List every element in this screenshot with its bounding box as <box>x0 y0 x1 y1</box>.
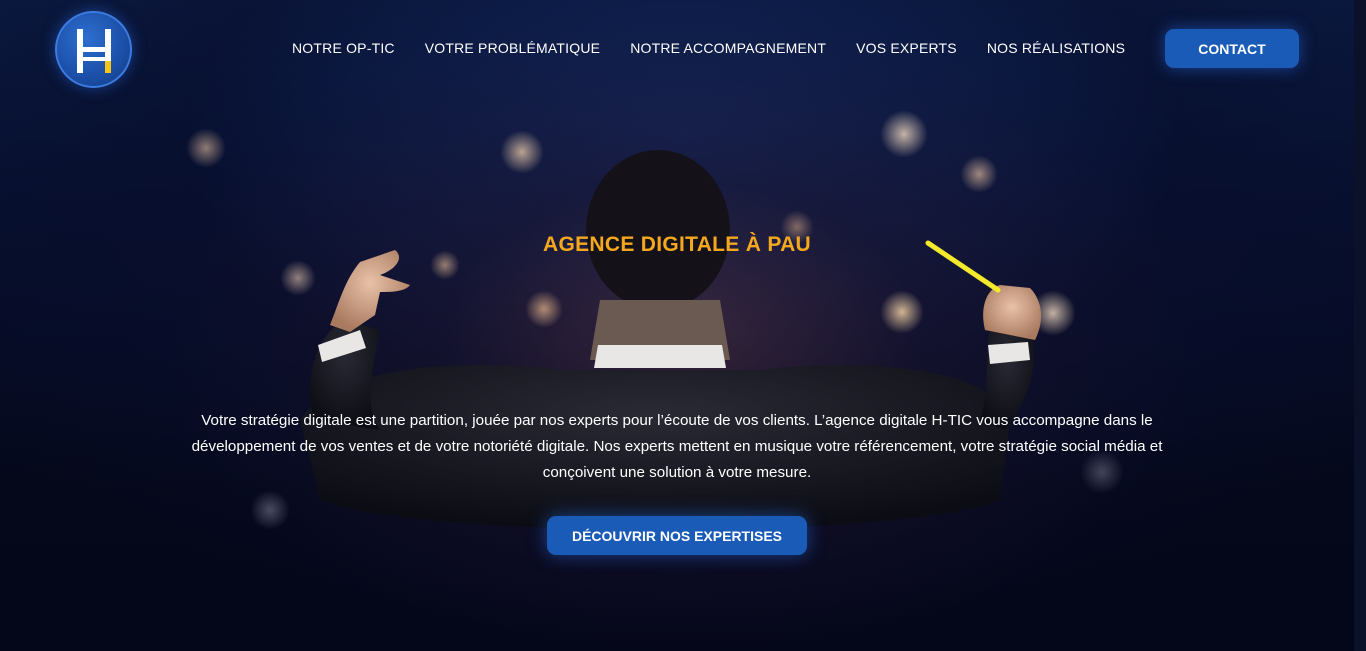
contact-button[interactable]: CONTACT <box>1165 29 1299 68</box>
hero-title: AGENCE DIGITALE À PAU <box>542 233 812 256</box>
logo[interactable] <box>55 11 132 88</box>
nav-link-notre-accompagnement[interactable]: NOTRE ACCOMPAGNEMENT <box>630 40 826 56</box>
nav-link-votre-problematique[interactable]: VOTRE PROBLÉMATIQUE <box>425 40 600 56</box>
scrollbar[interactable] <box>1354 0 1366 651</box>
nav-link-notre-op-tic[interactable]: NOTRE OP-TIC <box>292 40 395 56</box>
nav-link-nos-realisations[interactable]: NOS RÉALISATIONS <box>987 40 1125 56</box>
page: NOTRE OP-TIC VOTRE PROBLÉMATIQUE NOTRE A… <box>0 0 1366 651</box>
main-nav: NOTRE OP-TIC VOTRE PROBLÉMATIQUE NOTRE A… <box>292 40 1125 56</box>
discover-expertises-button[interactable]: DÉCOUVRIR NOS EXPERTISES <box>547 516 807 555</box>
hero-text: Votre stratégie digitale est une partiti… <box>191 412 1163 481</box>
nav-link-vos-experts[interactable]: VOS EXPERTS <box>856 40 957 56</box>
logo-mark-icon <box>77 29 111 73</box>
